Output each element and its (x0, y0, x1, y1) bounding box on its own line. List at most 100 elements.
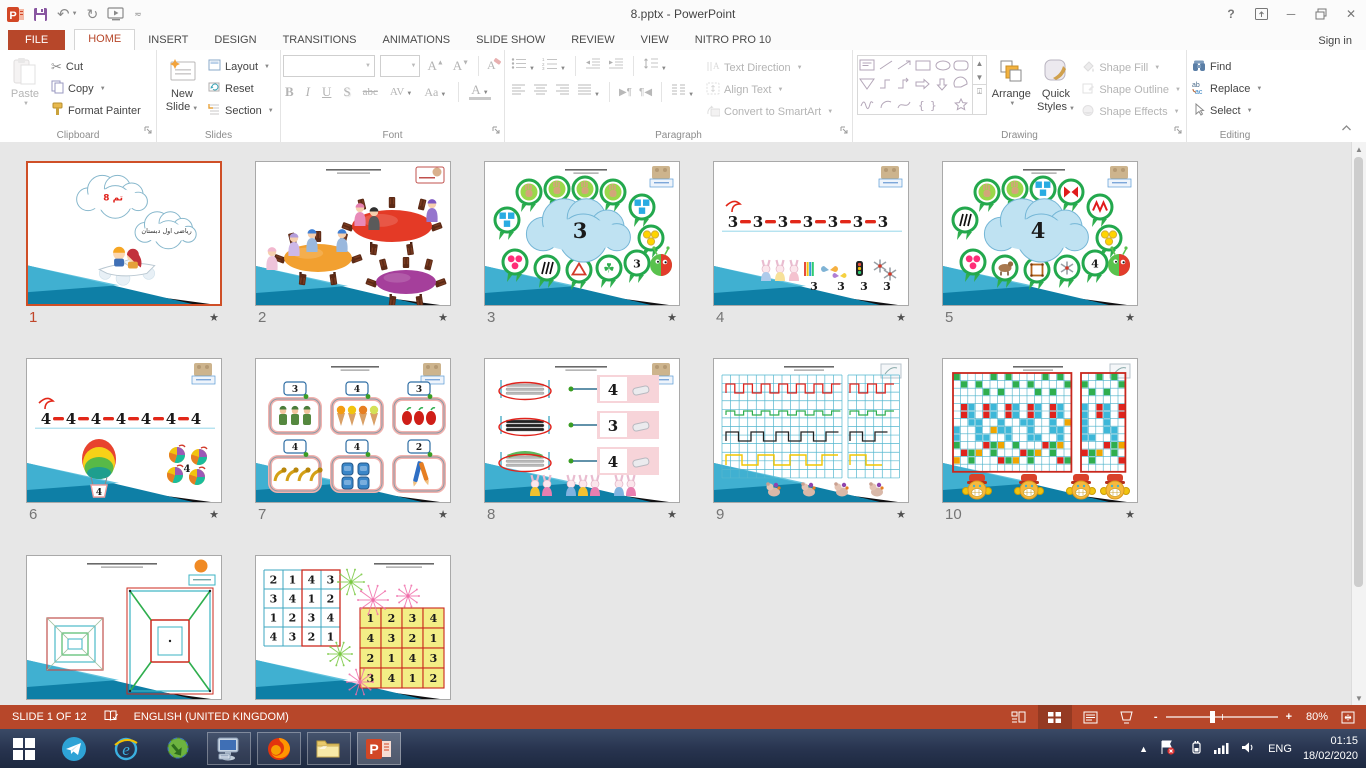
start-button[interactable] (0, 729, 48, 768)
strikethrough-icon[interactable]: abc (361, 86, 380, 98)
scroll-down-icon[interactable]: ▼ (1352, 691, 1366, 705)
font-color-icon[interactable]: A▼ (469, 84, 490, 99)
slide-sorter-view-icon[interactable] (1038, 705, 1072, 729)
rtl-direction-icon[interactable]: ¶◀ (639, 87, 652, 98)
tab-design[interactable]: DESIGN (201, 30, 269, 50)
firefox-icon[interactable] (257, 732, 301, 765)
show-hidden-icons[interactable]: ▲ (1139, 744, 1148, 754)
paste-button[interactable]: Paste▼ (2, 53, 48, 108)
increase-font-size-icon[interactable]: A▲ (425, 58, 445, 74)
slide-thumbnail-9[interactable]: 9★ (713, 358, 909, 523)
network-icon[interactable] (1213, 741, 1230, 757)
slide-preview[interactable]: ☘33 (484, 161, 680, 306)
text-direction-button[interactable]: A Text Direction▼ (703, 57, 836, 78)
cut-button[interactable]: ✂Cut (48, 56, 144, 77)
zoom-in-icon[interactable]: + (1286, 711, 1292, 723)
shapes-scroll-down-icon[interactable]: ▼ (973, 70, 986, 84)
internet-explorer-icon[interactable]: e (100, 729, 152, 768)
animation-star-icon[interactable]: ★ (896, 311, 906, 324)
new-slide-button[interactable]: New Slide▼ (159, 53, 205, 113)
animation-star-icon[interactable]: ★ (438, 508, 448, 521)
character-spacing-icon[interactable]: AV▼ (388, 86, 414, 98)
file-explorer-icon[interactable] (307, 732, 351, 765)
animation-star-icon[interactable]: ★ (1125, 311, 1135, 324)
replace-button[interactable]: abac Replace▼ (1189, 78, 1265, 99)
tab-home[interactable]: HOME (74, 29, 135, 50)
underline-icon[interactable]: U (320, 84, 333, 100)
animation-star-icon[interactable]: ★ (667, 311, 677, 324)
clear-formatting-icon[interactable]: A (486, 57, 502, 76)
shapes-scroll-up-icon[interactable]: ▲ (973, 56, 986, 70)
slide-preview[interactable]: 444444444 (26, 358, 222, 503)
undo-dropdown-icon[interactable]: ▼ (72, 11, 78, 17)
zoom-slider-thumb[interactable] (1210, 711, 1215, 723)
scrollbar-thumb[interactable] (1354, 157, 1363, 587)
align-text-button[interactable]: Align Text▼ (703, 79, 836, 100)
slide-thumbnail-4[interactable]: 333333333334★ (713, 161, 909, 326)
help-icon[interactable]: ? (1216, 0, 1246, 28)
animation-star-icon[interactable]: ★ (438, 311, 448, 324)
save-icon[interactable] (33, 7, 48, 22)
section-button[interactable]: Section▼ (205, 100, 277, 121)
sign-in-link[interactable]: Sign in (1318, 35, 1352, 50)
undo-icon[interactable]: ↶▼ (57, 5, 78, 23)
repeat-icon[interactable]: ↻ (87, 6, 99, 23)
shapes-more-icon[interactable]: ⍗ (973, 84, 986, 99)
customize-qat-icon[interactable]: ≂ (134, 9, 142, 20)
select-button[interactable]: Select▼ (1189, 100, 1265, 121)
slide-show-icon[interactable] (1110, 705, 1144, 729)
normal-view-icon[interactable] (1002, 705, 1036, 729)
decrease-indent-icon[interactable] (585, 57, 601, 75)
slide-thumbnail-2[interactable]: 2★ (255, 161, 451, 326)
align-left-icon[interactable] (511, 83, 526, 101)
slide-preview[interactable] (942, 358, 1138, 503)
animation-star-icon[interactable]: ★ (896, 508, 906, 521)
tab-animations[interactable]: ANIMATIONS (370, 30, 464, 50)
justify-icon[interactable]: ▼ (577, 83, 600, 101)
action-center-icon[interactable] (1159, 740, 1176, 758)
ltr-direction-icon[interactable]: ▶¶ (619, 87, 632, 98)
align-center-icon[interactable] (533, 83, 548, 101)
convert-smartart-button[interactable]: Convert to SmartArt▼ (703, 101, 836, 122)
zoom-level[interactable]: 80% (1294, 711, 1328, 723)
input-language-badge[interactable]: ENG (1268, 743, 1292, 755)
slide-preview[interactable] (26, 555, 222, 700)
restore-icon[interactable] (1306, 0, 1336, 28)
slide-preview[interactable] (255, 161, 451, 306)
slide-preview[interactable]: تم 8ریاضی اول دبستان (26, 161, 222, 306)
tab-review[interactable]: REVIEW (558, 30, 627, 50)
tab-slide-show[interactable]: SLIDE SHOW (463, 30, 558, 50)
slide-thumbnail-7[interactable]: 3434427★ (255, 358, 451, 523)
change-case-icon[interactable]: Aa▼ (422, 85, 448, 100)
shape-outline-button[interactable]: Shape Outline▼ (1078, 79, 1184, 100)
shape-effects-button[interactable]: Shape Effects▼ (1078, 101, 1184, 122)
shape-fill-button[interactable]: Shape Fill▼ (1078, 57, 1184, 78)
minimize-icon[interactable]: ─ (1276, 0, 1306, 28)
slide-thumbnail-1[interactable]: تم 8ریاضی اول دبستان1★ (26, 161, 222, 326)
slide-thumbnail-3[interactable]: ☘333★ (484, 161, 680, 326)
columns-icon[interactable]: ▼ (671, 83, 694, 101)
volume-icon[interactable] (1241, 741, 1257, 757)
bullets-icon[interactable]: ▼ (511, 57, 535, 75)
animation-star-icon[interactable]: ★ (209, 311, 219, 324)
slide-thumbnail-5[interactable]: 445★ (942, 161, 1138, 326)
slide-thumbnail-6[interactable]: 4444444446★ (26, 358, 222, 523)
slide-thumbnail-10[interactable]: 10★ (942, 358, 1138, 523)
arrange-button[interactable]: Arrange▼ (989, 53, 1034, 108)
clock[interactable]: 01:15 18/02/2020 (1303, 734, 1358, 763)
format-painter-button[interactable]: Format Painter (48, 100, 144, 121)
language-indicator[interactable]: ENGLISH (UNITED KINGDOM) (134, 711, 289, 723)
slide-thumbnail-8[interactable]: 4348★ (484, 358, 680, 523)
start-from-beginning-icon[interactable] (107, 7, 125, 21)
remote-desktop-icon[interactable] (207, 732, 251, 765)
collapse-ribbon-icon[interactable] (1341, 119, 1352, 137)
layout-button[interactable]: Layout▼ (205, 56, 277, 77)
powerpoint-app-icon[interactable]: P (7, 6, 24, 23)
slide-thumbnail-11[interactable]: 11 (26, 555, 222, 705)
find-button[interactable]: Find (1189, 56, 1265, 77)
powerpoint-taskbar-icon[interactable]: P (357, 732, 401, 765)
bold-icon[interactable]: B (283, 84, 296, 100)
animation-star-icon[interactable]: ★ (209, 508, 219, 521)
reading-view-icon[interactable] (1074, 705, 1108, 729)
zoom-out-icon[interactable]: - (1154, 711, 1158, 723)
